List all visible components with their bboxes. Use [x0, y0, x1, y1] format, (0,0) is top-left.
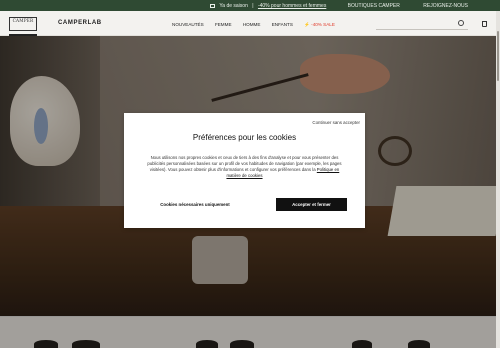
promo-separator: | [252, 3, 254, 9]
promo: Ya de saison | -40% pour hommes et femme… [210, 3, 326, 9]
nav-new[interactable]: NOUVEAUTÉS [172, 22, 204, 27]
ship-icon [210, 3, 215, 8]
nav-sale[interactable]: ⚡ -40% SALE [304, 22, 335, 27]
cookie-modal-body: Nous utilisons nos propres cookies et ce… [144, 155, 345, 179]
scrollbar[interactable] [496, 11, 500, 348]
bag-icon[interactable] [482, 21, 487, 27]
necessary-cookies-button[interactable]: Cookies nécessaires uniquement [148, 198, 242, 211]
accept-and-close-button[interactable]: Accepter et fermer [276, 198, 347, 211]
continue-without-accepting-link[interactable]: Continuer sans accepter [312, 120, 360, 125]
cookie-modal-title: Préférences pour les cookies [192, 133, 297, 142]
top-links: BOUTIQUES CAMPER REJOIGNEZ-NOUS [326, 3, 468, 9]
nav-kids[interactable]: ENFANTS [272, 22, 293, 27]
main-nav: NOUVEAUTÉS FEMME HOMME ENFANTS ⚡ -40% SA… [172, 22, 345, 28]
promo-bar: Ya de saison | -40% pour hommes et femme… [0, 0, 500, 11]
join-us-link[interactable]: REJOIGNEZ-NOUS [423, 3, 468, 9]
nav-women[interactable]: FEMME [215, 22, 232, 27]
promo-link[interactable]: -40% pour hommes et femmes [258, 3, 326, 9]
stores-link[interactable]: BOUTIQUES CAMPER [348, 3, 400, 9]
promo-text: Ya de saison [219, 3, 248, 9]
site-header: CAMPER CAMPERLAB NOUVEAUTÉS FEMME HOMME … [0, 11, 500, 36]
cookie-modal: Continuer sans accepter Préférences pour… [124, 113, 365, 228]
nav-men[interactable]: HOMME [243, 22, 261, 27]
camper-logo[interactable]: CAMPER [9, 17, 37, 31]
camperlab-logo[interactable]: CAMPERLAB [58, 20, 102, 26]
cookie-modal-text: Nous utilisons nos propres cookies et ce… [147, 155, 342, 172]
search-icon[interactable] [458, 20, 464, 26]
search-input[interactable] [376, 18, 468, 30]
scrollbar-thumb[interactable] [497, 31, 499, 81]
